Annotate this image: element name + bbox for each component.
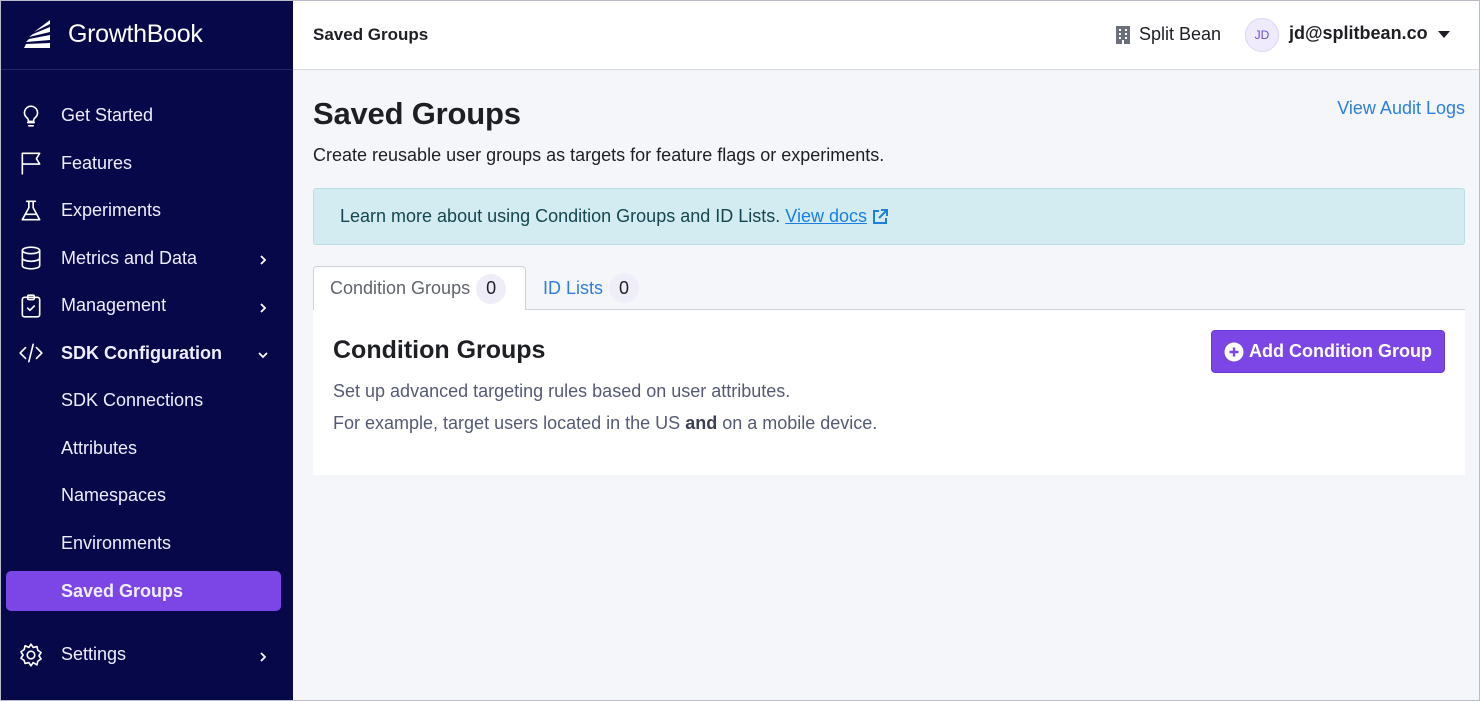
logo[interactable]: GrowthBook [0, 0, 293, 70]
panel-title: Condition Groups [333, 336, 546, 364]
info-callout: Learn more about using Condition Groups … [313, 188, 1465, 245]
database-icon [18, 245, 44, 271]
org-switcher[interactable]: Split Bean [1115, 24, 1221, 45]
sidebar-item-sdk-configuration[interactable]: SDK Configuration [0, 330, 293, 378]
panel-description: Set up advanced targeting rules based on… [333, 381, 791, 401]
sidebar-item-label: SDK Configuration [61, 342, 222, 363]
sidebar-item-label: Namespaces [61, 485, 167, 506]
sidebar-item-label: Settings [61, 644, 127, 665]
sidebar-item-label: Experiments [61, 200, 162, 221]
sidebar-item-label: Features [61, 152, 133, 173]
example-text-bold: and [685, 413, 718, 433]
sidebar-item-metrics-and-data[interactable]: Metrics and Data [0, 235, 293, 283]
sidebar-item-features[interactable]: Features [0, 140, 293, 188]
view-docs-label: View docs [785, 206, 867, 226]
view-audit-logs-link[interactable]: View Audit Logs [1337, 98, 1465, 119]
flag-icon [18, 150, 44, 176]
chevron-right-icon [256, 648, 270, 662]
code-icon [18, 340, 44, 366]
panel-example: For example, target users located in the… [333, 413, 877, 434]
top-bar: Saved Groups Split Bean JD jd@splitbean.… [293, 0, 1480, 70]
sidebar-item-label: Get Started [61, 105, 154, 126]
sidebar-item-label: SDK Connections [61, 390, 204, 411]
page-subtitle: Create reusable user groups as targets f… [313, 145, 885, 165]
sidebar-item-label: Management [61, 295, 167, 316]
tab-count-badge: 0 [609, 273, 640, 303]
tab-bar: Condition Groups 0 ID Lists 0 [313, 266, 1465, 311]
sidebar-item-saved-groups[interactable]: Saved Groups [6, 571, 281, 611]
topbar-title: Saved Groups [313, 25, 429, 44]
page-title: Saved Groups [313, 96, 521, 131]
caret-down-icon [1437, 31, 1450, 38]
plus-circle-icon [1224, 342, 1244, 361]
external-link-icon [872, 208, 888, 224]
building-icon [1116, 25, 1130, 44]
gear-icon [18, 642, 44, 668]
sidebar-item-environments[interactable]: Environments [0, 520, 293, 568]
flask-icon [18, 198, 44, 224]
tab-label: Condition Groups [330, 278, 471, 298]
lightbulb-icon [18, 103, 44, 129]
avatar[interactable]: JD [1245, 18, 1279, 52]
tab-label: ID Lists [543, 277, 604, 298]
tab-condition-groups[interactable]: Condition Groups 0 [313, 266, 526, 311]
app-name: GrowthBook [68, 20, 203, 48]
user-menu[interactable]: jd@splitbean.co [1289, 23, 1450, 44]
add-button-label: Add Condition Group [1249, 341, 1432, 361]
user-email: jd@splitbean.co [1289, 23, 1428, 43]
sidebar-item-namespaces[interactable]: Namespaces [0, 472, 293, 520]
chevron-right-icon [256, 251, 270, 265]
example-text-pre: For example, target users located in the… [333, 413, 681, 433]
sidebar-item-sdk-connections[interactable]: SDK Connections [0, 377, 293, 425]
clipboard-check-icon [18, 293, 44, 319]
condition-groups-panel: Condition Groups Set up advanced targeti… [313, 310, 1465, 475]
sidebar: GrowthBook Get Started Features Experime… [0, 0, 293, 701]
sidebar-nav: Get Started Features Experiments Metrics… [0, 70, 293, 679]
view-docs-link[interactable]: View docs [785, 206, 889, 227]
chevron-right-icon [256, 299, 270, 313]
example-text-post: on a mobile device. [722, 413, 878, 433]
tab-count-badge: 0 [476, 273, 507, 304]
chevron-down-icon [256, 346, 270, 360]
tab-id-lists[interactable]: ID Lists 0 [543, 266, 640, 310]
sidebar-item-management[interactable]: Management [0, 282, 293, 330]
growthbook-logo-icon [24, 19, 50, 48]
sidebar-item-attributes[interactable]: Attributes [0, 425, 293, 473]
sidebar-item-settings[interactable]: Settings [0, 631, 293, 679]
sidebar-item-label: Saved Groups [61, 580, 184, 601]
sidebar-item-label: Environments [61, 532, 172, 553]
callout-text: Learn more about using Condition Groups … [340, 206, 781, 226]
sidebar-item-get-started[interactable]: Get Started [0, 92, 293, 140]
sidebar-item-experiments[interactable]: Experiments [0, 187, 293, 235]
sidebar-item-label: Metrics and Data [61, 247, 198, 268]
org-name: Split Bean [1139, 24, 1222, 44]
sidebar-item-label: Attributes [61, 437, 138, 458]
add-condition-group-button[interactable]: Add Condition Group [1211, 330, 1445, 373]
